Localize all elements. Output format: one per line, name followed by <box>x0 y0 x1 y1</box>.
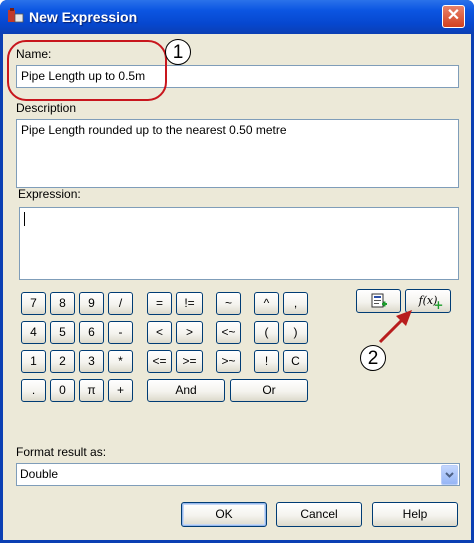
callout-1: 1 <box>165 39 191 65</box>
callout-2: 2 <box>360 345 386 371</box>
name-highlight-ring <box>7 40 167 101</box>
annotation-overlay <box>7 40 412 344</box>
callout-arrow-line <box>378 316 406 344</box>
